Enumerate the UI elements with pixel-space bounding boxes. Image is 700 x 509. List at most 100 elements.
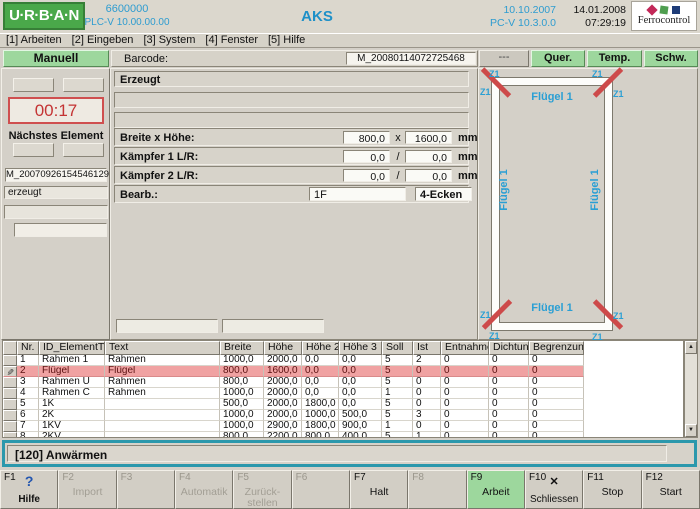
separator: x [392,132,404,144]
table-cell: 800,0 [220,377,264,388]
counter-field [13,143,54,157]
counter-field [13,78,54,92]
dimension-row: Kämpfer 2 L/R: 0,0 / 0,0 mm [114,166,469,184]
table-row-4[interactable]: 4Rahmen CRahmen1000,02000,00,00,010000 [3,388,683,399]
table-cell: 0 [413,399,441,410]
row-selector[interactable]: ✎ [3,366,17,377]
column-header: Ist [413,341,441,355]
kaempfer2-right-input[interactable]: 0,0 [405,169,452,182]
fkey-f10-schliessen-button[interactable]: F10✕Schliessen [525,470,583,509]
table-cell: 1600,0 [264,366,302,377]
dimension-row: Kämpfer 1 L/R: 0,0 / 0,0 mm [114,147,469,165]
scroll-up-icon[interactable]: ▲ [685,341,697,354]
unit-label: mm [458,170,478,182]
table-cell: 500,0 [339,410,382,421]
table-row-6[interactable]: 62K1000,02000,01000,0500,053000 [3,410,683,421]
zone-label: Z1 [613,311,624,321]
menu-item-1[interactable]: [1] Arbeiten [3,34,69,47]
width-input[interactable]: 800,0 [343,131,390,144]
dimension-label: Breite x Höhe: [120,132,195,144]
header: U·R·B·A·N 6600000 PLC-V 10.00.00.00 AKS … [0,0,700,33]
table-cell: 0 [529,366,584,377]
schw-button[interactable]: Schw. [644,50,698,67]
menu-item-2[interactable]: [2] Eingeben [69,34,141,47]
bearb-row: Bearb.: 1F 4-Ecken [114,185,469,203]
more-button[interactable]: --- [479,50,529,67]
row-selector[interactable] [3,377,17,388]
row-selector[interactable] [3,399,17,410]
mode-button[interactable]: Manuell [3,50,109,67]
table-cell: 1000,0 [302,410,339,421]
column-header: Breite [220,341,264,355]
table-filler [584,366,683,377]
table-cell: 0,0 [302,377,339,388]
table-row-3[interactable]: 3Rahmen URahmen800,02000,00,00,050000 [3,377,683,388]
table-filler [584,421,683,432]
fkey-number: F3 [121,472,133,483]
table-cell: 0 [489,399,529,410]
ferrocontrol-logo: Ferrocontrol [631,1,697,31]
menu-item-5[interactable]: [5] Hilfe [265,34,312,47]
table-cell: 5 [382,410,413,421]
fkey-f7-halt-button[interactable]: F7Halt [350,470,408,509]
menu-item-3[interactable]: [3] System [140,34,202,47]
left-panel: 00:17 Nächstes Element M_200709261545461… [1,68,110,340]
table-filler [584,355,683,366]
plc-info: 10.10.2007 PC-V 10.3.0.0 [468,4,556,30]
row-selector[interactable] [3,432,17,438]
fkey-label: Import [60,487,114,498]
kaempfer2-left-input[interactable]: 0,0 [343,169,390,182]
status-bar: [120] Anwärmen [2,440,697,467]
bearb-code-input[interactable]: 1F [309,187,406,201]
column-header: Begrenzung [529,341,584,355]
menu-item-4[interactable]: [4] Fenster [202,34,265,47]
fkey-f12-start-button[interactable]: F12Start [642,470,700,509]
vertical-scrollbar[interactable]: ▲ ▼ [684,340,698,438]
table-row-7[interactable]: 71KV1000,02900,01800,0900,010000 [3,421,683,432]
next-element-id-field[interactable]: M_20070926154546129 [5,168,107,182]
column-header: Höhe [264,341,302,355]
table-cell: 0 [529,410,584,421]
barcode-input[interactable]: M_20080114072725468 [346,52,476,65]
row-selector[interactable] [3,355,17,366]
table-row-5[interactable]: 51K500,02000,01800,00,050000 [3,399,683,410]
row-selector[interactable] [3,421,17,432]
height-input[interactable]: 1600,0 [405,131,452,144]
empty-field [116,319,218,333]
table-cell: 7 [17,421,39,432]
empty-field [4,205,108,219]
table-cell: 0 [441,355,489,366]
quer-button[interactable]: Quer. [531,50,585,67]
table-header-row: Nr.ID_ElementTypTextBreiteHöheHöhe 2Höhe… [3,341,683,355]
table-row-1[interactable]: 1Rahmen 1Rahmen1000,02000,00,00,052000 [3,355,683,366]
table-filler [584,432,683,438]
fkey-label: Halt [352,487,406,498]
fkey-f1-hilfe-button[interactable]: F1?Hilfe [0,470,58,509]
bearb-type-input[interactable]: 4-Ecken [415,187,472,201]
row-selector[interactable] [3,388,17,399]
empty-field [114,112,469,128]
fkey-f9-arbeit-button[interactable]: F9Arbeit [467,470,525,509]
function-key-bar: F1?HilfeF2ImportF3F4AutomatikF5Zurück-st… [0,470,700,509]
table-cell: Flügel [39,366,105,377]
column-header: Höhe 2 [302,341,339,355]
table-cell: 0 [489,377,529,388]
kaempfer1-right-input[interactable]: 0,0 [405,150,452,163]
table-cell: 1 [413,432,441,438]
table-cell: 8 [17,432,39,438]
table-cell: Rahmen [105,377,220,388]
table-row-2[interactable]: ✎2FlügelFlügel800,01600,00,00,050000 [3,366,683,377]
fkey-f11-stop-button[interactable]: F11Stop [583,470,641,509]
scroll-down-icon[interactable]: ▼ [685,424,697,437]
cycle-timer: 00:17 [8,97,104,124]
table-cell: 0 [529,399,584,410]
column-header: ID_ElementTyp [39,341,105,355]
table-cell: Rahmen [105,388,220,399]
fkey-f3-button: F3 [117,470,175,509]
table-row-8[interactable]: 82KV800,02200,0800,0400,051000 [3,432,683,438]
temp-button[interactable]: Temp. [587,50,642,67]
table-cell [105,432,220,438]
fkey-number: F4 [179,472,191,483]
row-selector[interactable] [3,410,17,421]
kaempfer1-left-input[interactable]: 0,0 [343,150,390,163]
